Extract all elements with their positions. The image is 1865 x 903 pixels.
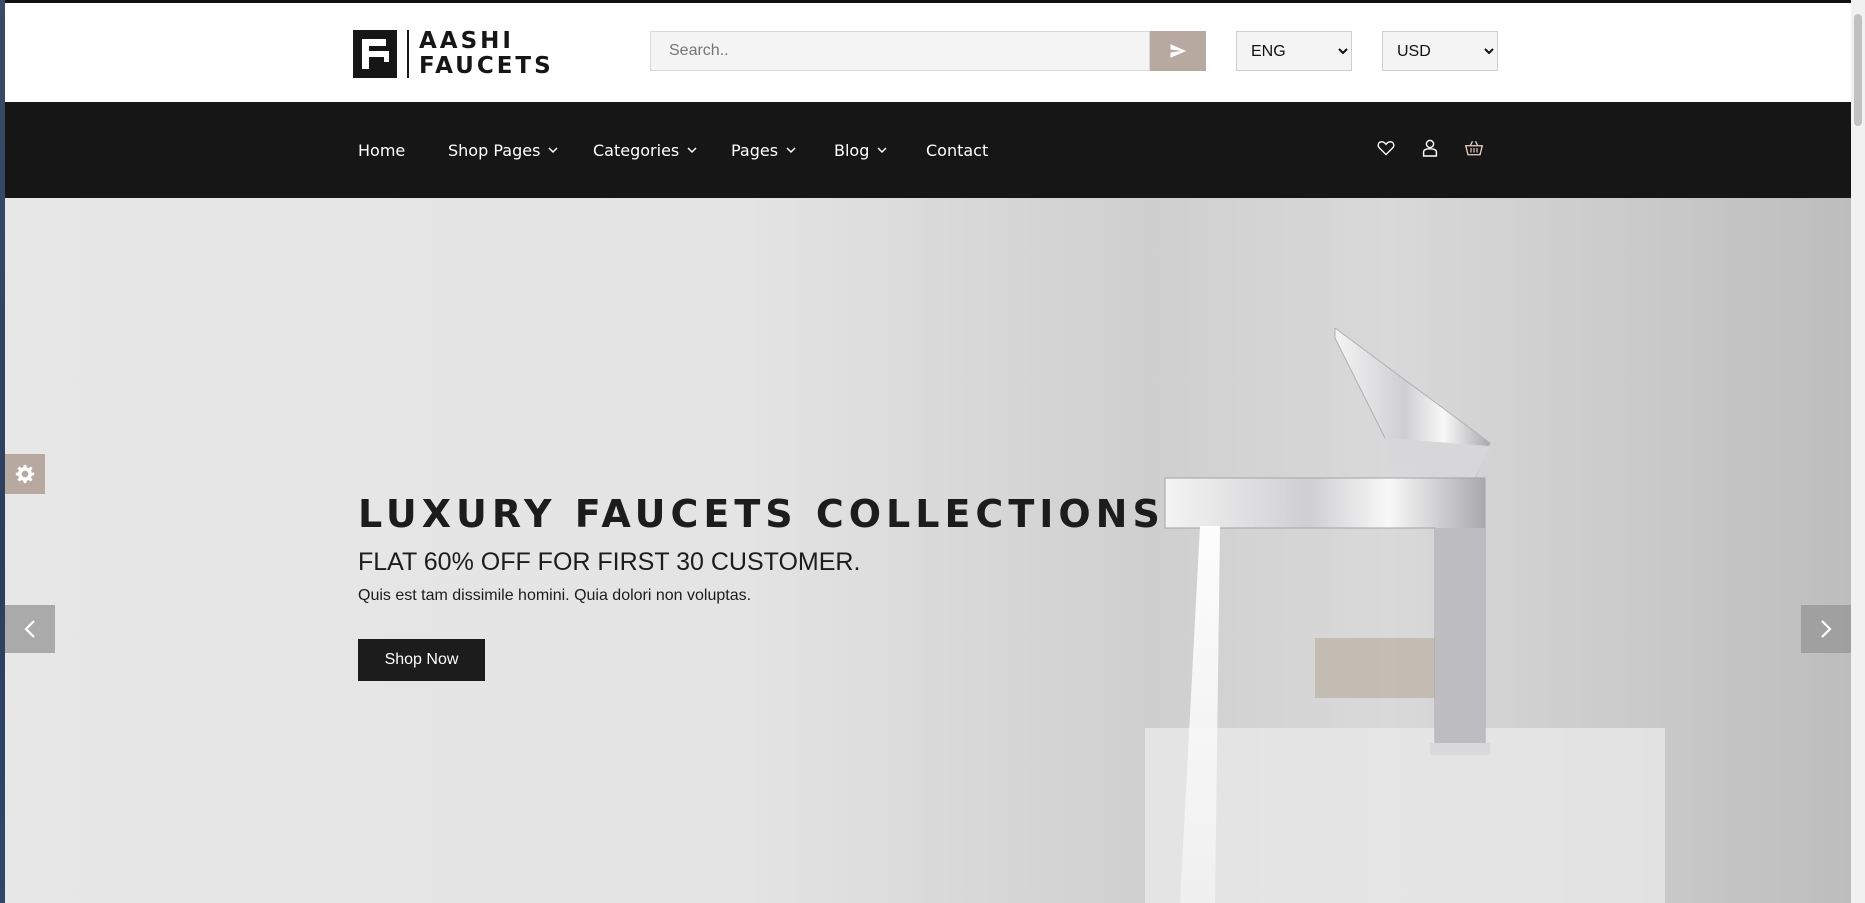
nav-blog-label: Blog: [834, 140, 870, 160]
nav-categories-label: Categories: [593, 140, 680, 160]
faucet-image: [1145, 328, 1665, 903]
main-nav: Home Shop Pages Categories Pages Blog Co…: [5, 102, 1851, 198]
nav-shop-pages-label: Shop Pages: [448, 140, 541, 160]
nav-home[interactable]: Home: [358, 102, 405, 198]
nav-home-label: Home: [358, 140, 406, 160]
faucet-logo-icon: [353, 30, 397, 78]
search-bar: [650, 31, 1206, 71]
nav-pages-label: Pages: [731, 140, 779, 160]
cart-button[interactable]: [1463, 137, 1485, 159]
chevron-down-icon: [786, 147, 796, 154]
logo-divider: [407, 30, 409, 78]
chevron-down-icon: [877, 147, 887, 154]
slider-prev-button[interactable]: [5, 605, 55, 653]
heart-icon: [1377, 141, 1395, 156]
language-select[interactable]: ENG: [1236, 31, 1352, 71]
scrollbar-thumb[interactable]: [1854, 14, 1862, 126]
account-button[interactable]: [1419, 137, 1441, 159]
nav-contact[interactable]: Contact: [926, 102, 988, 198]
slider-next-button[interactable]: [1801, 605, 1851, 653]
chevron-left-icon: [24, 620, 35, 638]
currency-select[interactable]: USD: [1382, 31, 1498, 71]
site-header: AASHI FAUCETS ENG USD: [5, 3, 1851, 102]
nav-categories[interactable]: Categories: [593, 102, 697, 198]
hero-description: Quis est tam dissimile homini. Quia dolo…: [358, 587, 752, 604]
hero-subtitle: FLAT 60% OFF FOR FIRST 30 CUSTOMER.: [358, 548, 861, 576]
brand-name-line1: AASHI: [419, 28, 514, 54]
nav-shop-pages[interactable]: Shop Pages: [448, 102, 558, 198]
search-submit-button[interactable]: [1150, 31, 1206, 71]
brand-name-line2: FAUCETS: [419, 53, 554, 79]
search-input[interactable]: [650, 31, 1150, 71]
gear-icon: [15, 464, 35, 484]
chevron-down-icon: [548, 147, 558, 154]
nav-contact-label: Contact: [926, 140, 989, 160]
wishlist-button[interactable]: [1375, 137, 1397, 159]
basket-icon: [1465, 140, 1483, 156]
paper-plane-icon: [1170, 44, 1187, 58]
chevron-down-icon: [687, 147, 697, 154]
user-icon: [1422, 139, 1438, 157]
brand-logo[interactable]: AASHI FAUCETS: [353, 29, 554, 79]
brand-name: AASHI FAUCETS: [419, 29, 554, 79]
settings-panel-toggle[interactable]: [5, 454, 45, 494]
nav-pages[interactable]: Pages: [731, 102, 796, 198]
page-scrollbar[interactable]: [1851, 0, 1865, 903]
shop-now-button[interactable]: Shop Now: [358, 639, 485, 681]
chevron-right-icon: [1821, 620, 1832, 638]
hero-slider: LUXURY FAUCETS COLLECTIONS FLAT 60% OFF …: [5, 198, 1851, 903]
hero-title: LUXURY FAUCETS COLLECTIONS: [358, 492, 1165, 536]
nav-blog[interactable]: Blog: [834, 102, 887, 198]
